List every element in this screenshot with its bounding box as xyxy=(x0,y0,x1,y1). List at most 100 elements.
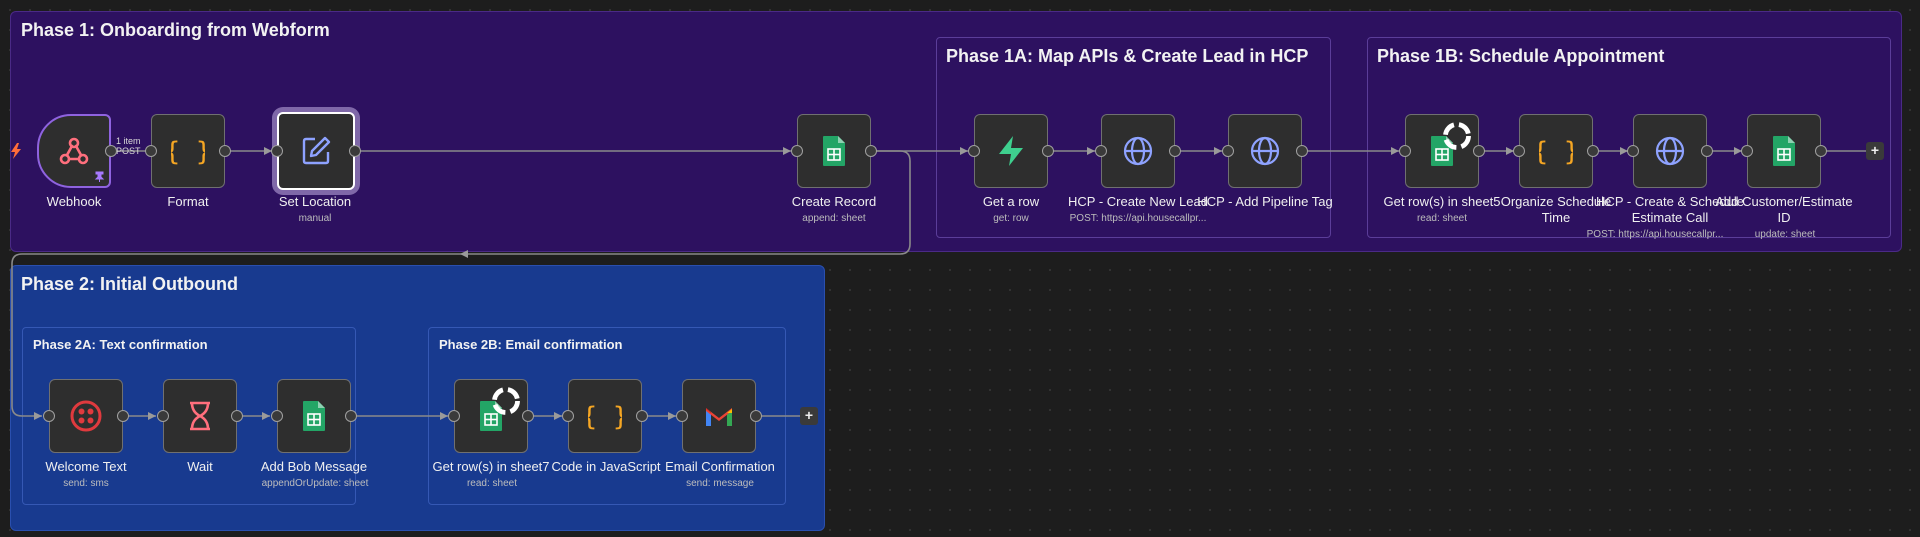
output-port[interactable] xyxy=(105,145,117,157)
set-location-label: Set Location xyxy=(278,194,352,209)
output-port[interactable] xyxy=(231,410,243,422)
hcp-create-lead-sublabel: POST: https://api.housecallpr... xyxy=(1069,213,1207,224)
output-port[interactable] xyxy=(219,145,231,157)
phase2a-title: Phase 2A: Text confirmation xyxy=(33,337,208,352)
set-location-sublabel: manual xyxy=(298,213,332,224)
input-port[interactable] xyxy=(1222,145,1234,157)
wait-node[interactable] xyxy=(163,379,237,453)
gmail-icon xyxy=(706,408,732,426)
format-label: Format xyxy=(167,194,209,209)
organize-schedule-label: Organize Schedule Time xyxy=(1500,194,1612,225)
hcp-create-schedule-sublabel: POST: https://api.housecallpr... xyxy=(1586,229,1724,240)
webhook-icon xyxy=(59,137,89,165)
email-confirmation-node[interactable] xyxy=(682,379,756,453)
pin-icon xyxy=(94,171,105,182)
hcp-create-lead-label: HCP - Create New Lead xyxy=(1068,194,1208,209)
output-port[interactable] xyxy=(345,410,357,422)
output-port[interactable] xyxy=(1169,145,1181,157)
welcome-text-sublabel: send: sms xyxy=(63,478,109,489)
welcome-text-node[interactable] xyxy=(49,379,123,453)
set-location-node[interactable] xyxy=(277,112,355,190)
hourglass-icon xyxy=(190,401,210,431)
hcp-pipeline-tag-label: HCP - Add Pipeline Tag xyxy=(1197,194,1333,209)
get-a-row-label: Get a row xyxy=(982,194,1040,209)
input-port[interactable] xyxy=(676,410,688,422)
phase1-title: Phase 1: Onboarding from Webform xyxy=(21,20,330,40)
output-port[interactable] xyxy=(865,145,877,157)
phase1a-title: Phase 1A: Map APIs & Create Lead in HCP xyxy=(946,46,1309,66)
svg-text:{ }: { } xyxy=(1539,137,1573,167)
google-sheets-icon xyxy=(1773,136,1795,166)
output-port[interactable] xyxy=(1296,145,1308,157)
input-port[interactable] xyxy=(448,410,460,422)
add-bob-message-node[interactable] xyxy=(277,379,351,453)
input-port[interactable] xyxy=(157,410,169,422)
input-port[interactable] xyxy=(968,145,980,157)
globe-icon xyxy=(1655,136,1685,166)
add-node-button-phase1[interactable]: + xyxy=(1866,142,1884,160)
add-bob-message-sublabel: appendOrUpdate: sheet xyxy=(261,478,369,489)
add-customer-id-label: Add Customer/Estimate ID xyxy=(1715,194,1853,225)
code-js-label: Code in JavaScript xyxy=(551,459,661,474)
output-port[interactable] xyxy=(1701,145,1713,157)
output-port[interactable] xyxy=(1473,145,1485,157)
webhook-node[interactable] xyxy=(37,114,111,188)
hcp-pipeline-tag-node[interactable] xyxy=(1228,114,1302,188)
input-port[interactable] xyxy=(145,145,157,157)
google-sheets-icon xyxy=(303,401,325,431)
get-rows-sheet5-label: Get row(s) in sheet5 xyxy=(1383,194,1501,209)
get-rows-sheet7-label: Get row(s) in sheet7 xyxy=(432,459,550,474)
output-port[interactable] xyxy=(522,410,534,422)
output-port[interactable] xyxy=(1042,145,1054,157)
add-bob-message-label: Add Bob Message xyxy=(260,459,368,474)
supabase-icon xyxy=(999,136,1023,166)
phase2b-title: Phase 2B: Email confirmation xyxy=(439,337,623,352)
get-rows-sheet5-node[interactable] xyxy=(1405,114,1479,188)
organize-schedule-node[interactable]: { } xyxy=(1519,114,1593,188)
webhook-label: Webhook xyxy=(46,194,102,209)
phase1b-title: Phase 1B: Schedule Appointment xyxy=(1377,46,1665,66)
pencil-icon xyxy=(302,136,331,165)
code-js-node[interactable]: { } xyxy=(568,379,642,453)
globe-icon xyxy=(1123,136,1153,166)
output-port[interactable] xyxy=(1587,145,1599,157)
input-port[interactable] xyxy=(43,410,55,422)
output-port[interactable] xyxy=(117,410,129,422)
braces-icon: { } xyxy=(588,402,622,432)
input-port[interactable] xyxy=(1513,145,1525,157)
format-node[interactable]: { } xyxy=(151,114,225,188)
sync-icon xyxy=(1443,122,1471,150)
output-port[interactable] xyxy=(636,410,648,422)
hcp-create-schedule-node[interactable] xyxy=(1633,114,1707,188)
globe-icon xyxy=(1250,136,1280,166)
input-port[interactable] xyxy=(1741,145,1753,157)
input-port[interactable] xyxy=(562,410,574,422)
create-record-label: Create Record xyxy=(791,194,877,209)
phase2-title: Phase 2: Initial Outbound xyxy=(21,274,239,294)
braces-icon: { } xyxy=(1539,137,1573,167)
wait-label: Wait xyxy=(187,459,213,474)
add-customer-id-node[interactable] xyxy=(1747,114,1821,188)
google-sheets-icon xyxy=(823,136,845,166)
create-record-node[interactable] xyxy=(797,114,871,188)
welcome-text-label: Welcome Text xyxy=(45,459,127,474)
input-port[interactable] xyxy=(1627,145,1639,157)
input-port[interactable] xyxy=(271,410,283,422)
hcp-create-lead-node[interactable] xyxy=(1101,114,1175,188)
get-a-row-node[interactable] xyxy=(974,114,1048,188)
output-port[interactable] xyxy=(1815,145,1827,157)
get-rows-sheet7-sublabel: read: sheet xyxy=(466,478,518,489)
input-port[interactable] xyxy=(791,145,803,157)
add-node-button-phase2[interactable]: + xyxy=(800,407,818,425)
email-confirmation-sublabel: send: message xyxy=(686,478,754,489)
svg-text:{ }: { } xyxy=(588,402,622,432)
get-rows-sheet7-node[interactable] xyxy=(454,379,528,453)
input-port[interactable] xyxy=(1095,145,1107,157)
get-rows-sheet5-sublabel: read: sheet xyxy=(1416,213,1468,224)
output-port[interactable] xyxy=(750,410,762,422)
svg-text:{ }: { } xyxy=(171,137,205,167)
input-port[interactable] xyxy=(271,145,283,157)
input-port[interactable] xyxy=(1399,145,1411,157)
output-port[interactable] xyxy=(349,145,361,157)
add-customer-id-sublabel: update: sheet xyxy=(1754,229,1816,240)
